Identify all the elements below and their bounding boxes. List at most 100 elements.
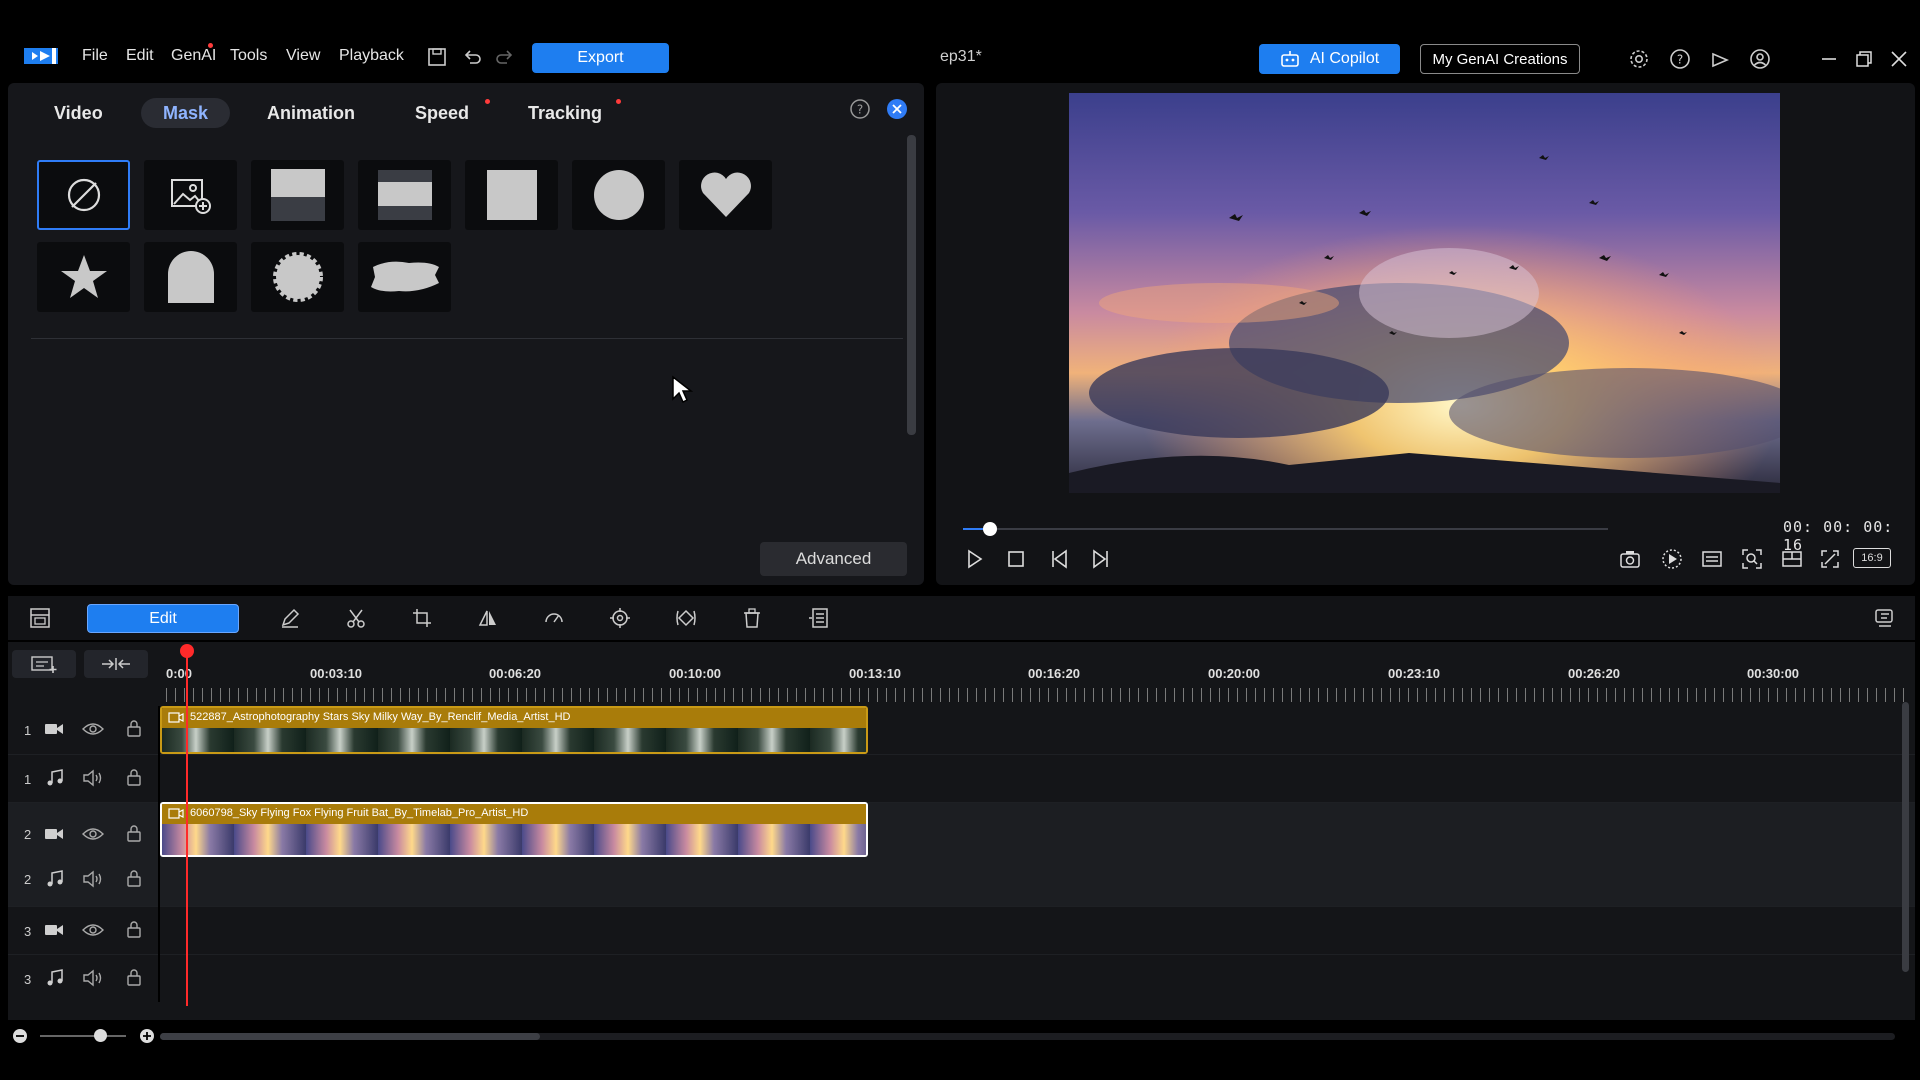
close-icon[interactable]: [1886, 46, 1912, 72]
account-icon[interactable]: [1747, 46, 1773, 72]
menu-tools[interactable]: Tools: [230, 47, 267, 65]
tab-mask[interactable]: Mask: [141, 98, 231, 128]
menu-genai[interactable]: GenAI: [171, 47, 216, 65]
speaker-icon[interactable]: [82, 870, 104, 888]
clip-astrophotography[interactable]: 522887_Astrophotography Stars Sky Milky …: [160, 706, 868, 754]
menu-edit[interactable]: Edit: [126, 47, 154, 65]
previous-frame-button[interactable]: [1046, 545, 1074, 573]
edit-button[interactable]: Edit: [87, 604, 239, 633]
speed-icon[interactable]: [540, 604, 568, 632]
panel-scrollbar[interactable]: [907, 135, 916, 435]
lock-icon[interactable]: [126, 920, 142, 938]
mask-square[interactable]: [465, 160, 558, 230]
notification-icon[interactable]: [1707, 46, 1733, 72]
scissors-icon[interactable]: [342, 604, 370, 632]
restore-icon[interactable]: [1851, 46, 1877, 72]
mask-arch[interactable]: [144, 242, 237, 312]
snapshot-icon[interactable]: [1616, 545, 1644, 573]
seek-handle[interactable]: [983, 522, 997, 536]
panel-close-icon[interactable]: [885, 97, 909, 121]
visibility-eye-icon[interactable]: [82, 721, 104, 737]
advanced-button[interactable]: Advanced: [760, 542, 907, 576]
lock-icon[interactable]: [126, 869, 142, 887]
next-frame-button[interactable]: [1086, 545, 1114, 573]
keyframe-icon[interactable]: [672, 604, 700, 632]
fullscreen-icon[interactable]: [1816, 545, 1844, 573]
menu-file[interactable]: File: [82, 47, 108, 65]
mask-heart[interactable]: [679, 160, 772, 230]
video-track-icon: [45, 925, 63, 935]
delete-icon[interactable]: [738, 604, 766, 632]
lock-icon[interactable]: [126, 968, 142, 986]
timeline-settings-icon[interactable]: [1870, 604, 1898, 632]
time-ruler[interactable]: 0:00 00:03:10 00:06:20 00:10:00 00:13:10…: [158, 642, 1915, 704]
mask-starburst[interactable]: [251, 242, 344, 312]
add-track-button[interactable]: [12, 650, 76, 678]
brush-stroke-icon: [370, 261, 439, 292]
track-row-video-3: 3: [8, 906, 1915, 954]
layout-icon[interactable]: [1778, 545, 1806, 573]
lock-icon[interactable]: [126, 719, 142, 737]
playhead-handle[interactable]: [180, 644, 194, 658]
mask-top-half[interactable]: [251, 160, 344, 230]
pen-icon[interactable]: [276, 604, 304, 632]
mask-none[interactable]: [37, 160, 130, 230]
zoom-slider[interactable]: [40, 1035, 126, 1037]
ruler-label: 00:06:20: [489, 666, 542, 681]
storyboard-icon[interactable]: [26, 604, 54, 632]
ai-copilot-button[interactable]: AI Copilot: [1259, 44, 1400, 74]
lock-icon[interactable]: [126, 824, 142, 842]
minimize-icon[interactable]: [1816, 46, 1842, 72]
tab-animation[interactable]: Animation: [267, 98, 355, 128]
visibility-eye-icon[interactable]: [82, 922, 104, 938]
ruler-label: 00:30:00: [1747, 666, 1800, 681]
tab-speed[interactable]: Speed: [415, 98, 469, 128]
starburst-icon: [272, 252, 323, 302]
zoom-in-icon[interactable]: [139, 1028, 155, 1044]
aspect-ratio-button[interactable]: 16:9: [1853, 548, 1891, 568]
settings-icon[interactable]: [1626, 46, 1652, 72]
tab-video[interactable]: Video: [54, 98, 103, 128]
zoom-out-icon[interactable]: [12, 1028, 28, 1044]
seek-track[interactable]: [963, 522, 1608, 536]
render-preview-icon[interactable]: [1658, 545, 1686, 573]
help-icon[interactable]: ?: [1667, 46, 1693, 72]
redo-icon[interactable]: [492, 44, 518, 70]
timeline-vertical-scrollbar[interactable]: [1902, 702, 1909, 972]
lock-icon[interactable]: [126, 768, 142, 786]
crop-icon[interactable]: [408, 604, 436, 632]
mask-brush-stroke[interactable]: [358, 242, 451, 312]
clip-sky-flying-fox[interactable]: 6060798_Sky Flying Fox Flying Fruit Bat_…: [160, 802, 868, 857]
save-icon[interactable]: [424, 44, 450, 70]
visibility-eye-icon[interactable]: [82, 826, 104, 842]
speaker-icon[interactable]: [82, 969, 104, 987]
play-button[interactable]: [960, 545, 988, 573]
zoom-preview-icon[interactable]: [1738, 545, 1766, 573]
robot-icon: [1281, 51, 1299, 67]
mask-star[interactable]: [37, 242, 130, 312]
horizontal-scroll-thumb[interactable]: [160, 1033, 540, 1040]
horizontal-scroll-track[interactable]: [160, 1033, 1895, 1040]
mask-image[interactable]: [144, 160, 237, 230]
flip-icon[interactable]: [474, 604, 502, 632]
menu-view[interactable]: View: [286, 47, 320, 65]
mask-circle[interactable]: [572, 160, 665, 230]
stop-button[interactable]: [1002, 545, 1030, 573]
undo-icon[interactable]: [459, 44, 485, 70]
my-genai-creations-button[interactable]: My GenAI Creations: [1420, 44, 1580, 74]
subtitles-icon[interactable]: [1698, 545, 1726, 573]
mask-middle-band[interactable]: [358, 160, 451, 230]
more-tools-icon[interactable]: [804, 604, 832, 632]
track-number: 3: [24, 972, 32, 987]
speaker-icon[interactable]: [82, 769, 104, 787]
video-preview: [1069, 93, 1780, 493]
add-track-icon: [31, 656, 57, 673]
export-button[interactable]: Export: [532, 43, 669, 73]
tab-tracking[interactable]: Tracking: [528, 98, 602, 128]
menu-playback[interactable]: Playback: [339, 47, 404, 65]
zoom-slider-handle[interactable]: [94, 1029, 107, 1042]
playhead[interactable]: [186, 646, 188, 1006]
tracking-icon[interactable]: [606, 604, 634, 632]
fit-timeline-button[interactable]: [84, 650, 148, 678]
panel-help-icon[interactable]: ?: [848, 97, 872, 121]
